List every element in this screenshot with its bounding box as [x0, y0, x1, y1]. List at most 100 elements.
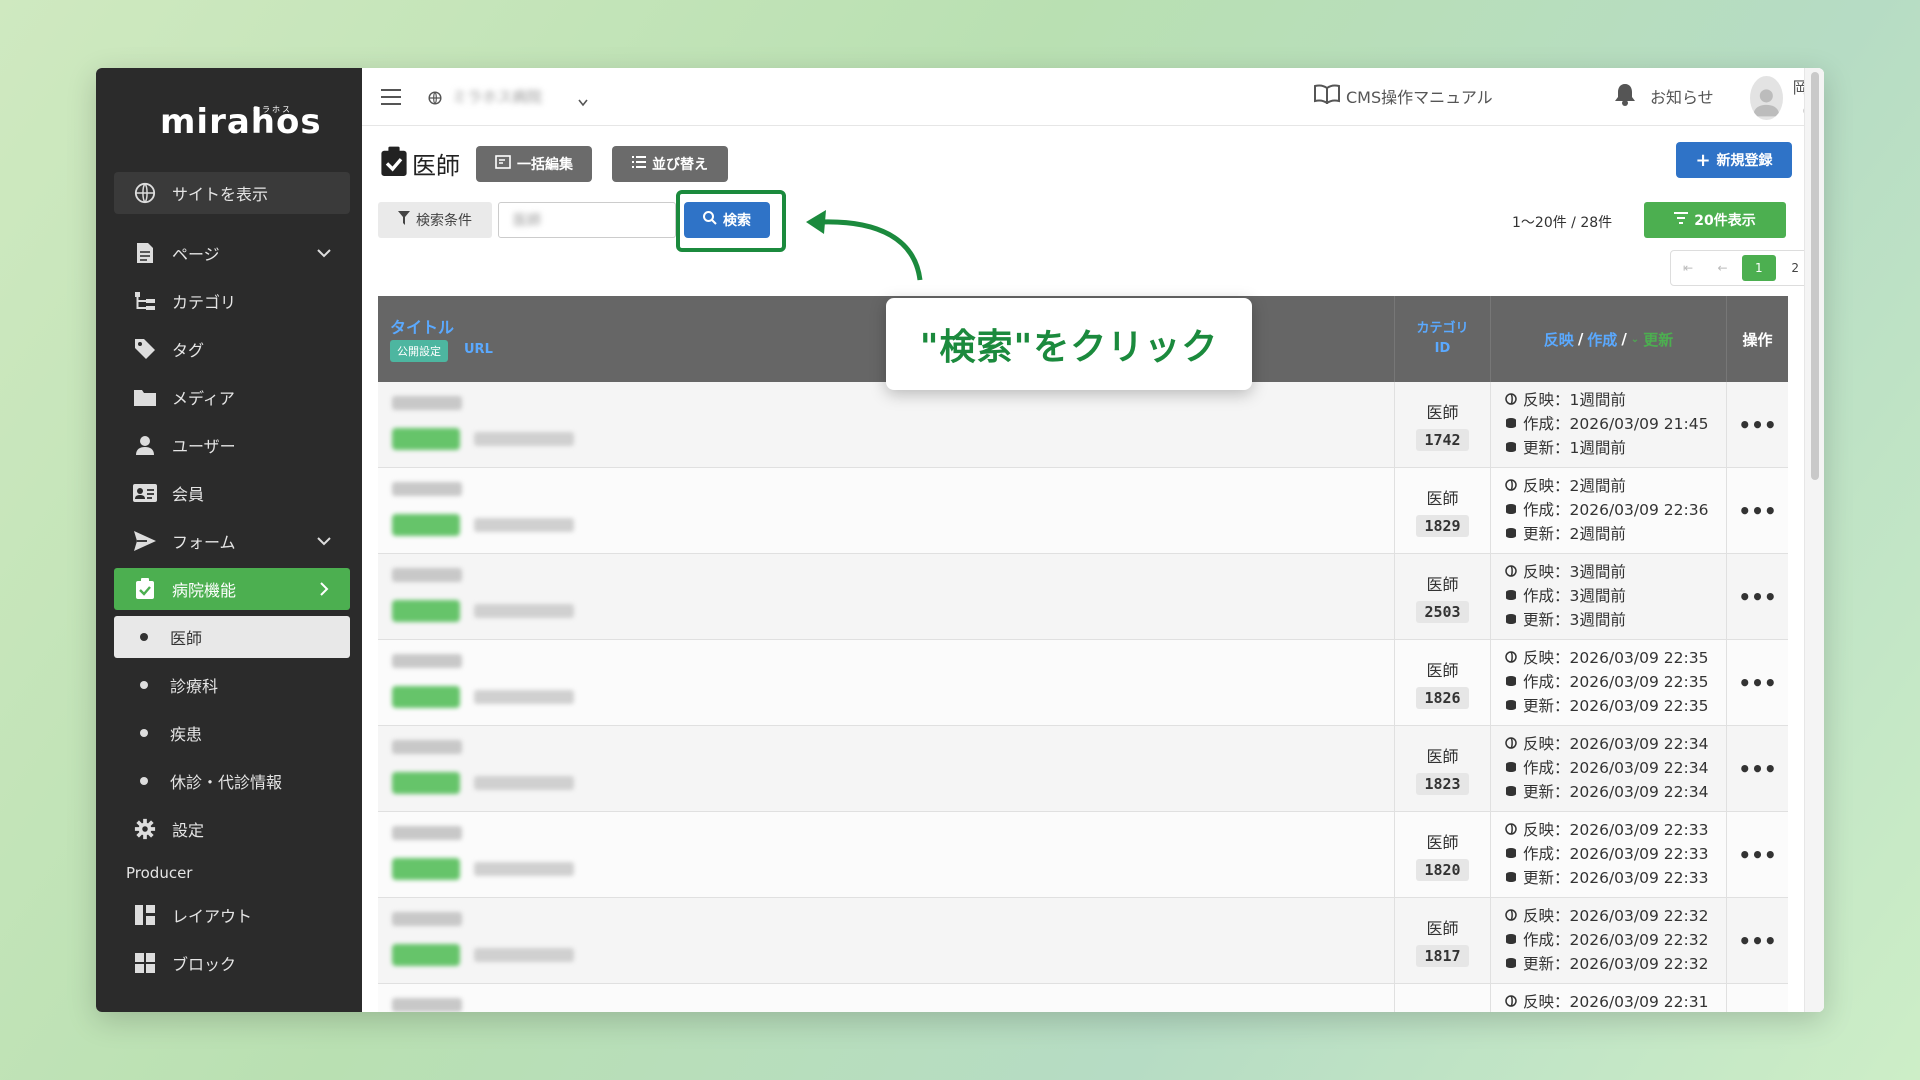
- table-row[interactable]: 医師 2503 反映：3週間前 作成：3週間前 更新：3週間前 •••: [378, 554, 1788, 640]
- main-content: ミラホス病院 CMS操作マニュアル お知らせ 岡田（有） 医師 一括編集: [362, 68, 1824, 1012]
- title-cell[interactable]: [378, 468, 1394, 554]
- sidebar-item-layout[interactable]: レイアウト: [114, 894, 350, 936]
- col-title[interactable]: タイトル: [390, 314, 454, 338]
- gear-icon: [132, 817, 158, 841]
- first-page-icon[interactable]: ⇤: [1671, 251, 1705, 285]
- database-icon: [1505, 694, 1517, 718]
- update-date: 更新：2週間前: [1523, 525, 1626, 543]
- book-icon: [1314, 84, 1340, 108]
- col-reflect[interactable]: 反映: [1544, 329, 1574, 350]
- database-icon: [1505, 498, 1517, 522]
- title-cell[interactable]: [378, 726, 1394, 812]
- sidebar-item-tag[interactable]: タグ: [114, 328, 350, 370]
- filter-button[interactable]: 検索条件: [378, 202, 492, 238]
- category-cell: 医師 1817: [1394, 898, 1490, 984]
- search-button-highlight: [676, 190, 786, 252]
- globe-icon: [1505, 904, 1517, 928]
- globe-icon: [428, 90, 442, 109]
- more-actions-button[interactable]: •••: [1726, 812, 1788, 898]
- publish-status-redacted: [392, 600, 460, 622]
- notifications-link[interactable]: お知らせ: [1614, 82, 1714, 110]
- bulk-edit-button[interactable]: 一括編集: [476, 146, 592, 182]
- search-input[interactable]: 医師: [498, 202, 676, 238]
- record-id: 1823: [1416, 773, 1469, 795]
- col-update[interactable]: 更新: [1643, 329, 1673, 350]
- sidebar-item-label: レイアウト: [172, 907, 253, 926]
- create-date: 作成：2026/03/09 22:36: [1523, 501, 1709, 519]
- table-row[interactable]: 医師 1742 反映：1週間前 作成：2026/03/09 21:45 更新：1…: [378, 382, 1788, 468]
- sidebar-item-category[interactable]: カテゴリ: [114, 280, 350, 322]
- chevron-down-icon: [578, 92, 588, 111]
- more-actions-button[interactable]: •••: [1726, 898, 1788, 984]
- more-actions-button[interactable]: •••: [1726, 640, 1788, 726]
- table-row[interactable]: 医師 反映：2026/03/09 22:31 •••: [378, 984, 1788, 1012]
- member-card-icon: [132, 481, 158, 505]
- sidebar-item-block[interactable]: ブロック: [114, 942, 350, 984]
- table-row[interactable]: 医師 1817 反映：2026/03/09 22:32 作成：2026/03/0…: [378, 898, 1788, 984]
- table-row[interactable]: 医師 1829 反映：2週間前 作成：2026/03/09 22:36 更新：2…: [378, 468, 1788, 554]
- site-selector[interactable]: ミラホス病院: [452, 86, 542, 107]
- col-dates: 反映 / 作成 / ⌄ 更新: [1490, 296, 1726, 382]
- page-number[interactable]: 1: [1741, 255, 1776, 281]
- title-cell[interactable]: [378, 382, 1394, 468]
- sidebar-sub-department[interactable]: 診療科: [114, 664, 350, 706]
- col-url[interactable]: URL: [464, 342, 493, 357]
- per-page-button[interactable]: 20件表示: [1644, 202, 1786, 238]
- table-row[interactable]: 医師 1823 反映：2026/03/09 22:34 作成：2026/03/0…: [378, 726, 1788, 812]
- more-actions-button[interactable]: •••: [1726, 468, 1788, 554]
- col-category-label[interactable]: カテゴリ: [1416, 319, 1468, 339]
- category-cell: 医師 1823: [1394, 726, 1490, 812]
- sidebar-item-hospital[interactable]: 病院機能: [114, 568, 350, 610]
- table-row[interactable]: 医師 1826 反映：2026/03/09 22:35 作成：2026/03/0…: [378, 640, 1788, 726]
- sidebar-sub-doctor[interactable]: 医師: [114, 616, 350, 658]
- doctor-table: タイトル 公開設定 URL カテゴリ ID 反映/ 作成/ ⌄ 更新 操作: [378, 296, 1788, 1012]
- url-redacted: [474, 604, 574, 618]
- view-site-button[interactable]: サイトを表示: [114, 172, 350, 214]
- title-cell[interactable]: [378, 898, 1394, 984]
- filter-icon: [398, 211, 410, 229]
- sidebar-sub-disease[interactable]: 疾患: [114, 712, 350, 754]
- database-icon: [1505, 522, 1517, 546]
- col-id-label[interactable]: ID: [1435, 339, 1451, 359]
- hamburger-icon[interactable]: [380, 88, 402, 110]
- more-actions-button[interactable]: •••: [1726, 984, 1788, 1012]
- pagination: ⇤ ← 1 2 → ⇥: [1670, 250, 1824, 286]
- prev-page-icon[interactable]: ←: [1705, 251, 1739, 285]
- url-redacted: [474, 862, 574, 876]
- category-cell: 医師 1829: [1394, 468, 1490, 554]
- bullet-icon: [140, 681, 148, 689]
- sidebar-sub-closure[interactable]: 休診・代診情報: [114, 760, 350, 802]
- new-button[interactable]: + 新規登録: [1676, 142, 1792, 178]
- publish-status-redacted: [392, 772, 460, 794]
- avatar: [1750, 76, 1783, 120]
- sidebar-item-member[interactable]: 会員: [114, 472, 350, 514]
- sidebar-item-user[interactable]: ユーザー: [114, 424, 350, 466]
- sidebar-item-page[interactable]: ページ: [114, 232, 350, 274]
- doctor-name-redacted: [392, 396, 462, 410]
- sidebar-item-label: 会員: [172, 485, 205, 504]
- col-create[interactable]: 作成: [1587, 329, 1617, 350]
- scrollbar[interactable]: [1804, 68, 1824, 1012]
- more-actions-button[interactable]: •••: [1726, 554, 1788, 640]
- reflect-date: 反映：2026/03/09 22:31: [1523, 993, 1709, 1011]
- sort-button[interactable]: 並び替え: [612, 146, 728, 182]
- category-name: 医師: [1426, 833, 1459, 852]
- clipboard-check-icon: [132, 577, 158, 601]
- page-title: 医師: [412, 152, 460, 180]
- category-name: 医師: [1426, 919, 1459, 938]
- sidebar-sub-label: 診療科: [170, 677, 219, 696]
- publish-status-redacted: [392, 686, 460, 708]
- manual-link[interactable]: CMS操作マニュアル: [1314, 84, 1493, 108]
- table-row[interactable]: 医師 1820 反映：2026/03/09 22:33 作成：2026/03/0…: [378, 812, 1788, 898]
- title-cell[interactable]: [378, 554, 1394, 640]
- sidebar-item-media[interactable]: メディア: [114, 376, 350, 418]
- title-cell[interactable]: [378, 812, 1394, 898]
- title-cell[interactable]: [378, 984, 1394, 1012]
- create-date: 作成：2026/03/09 22:32: [1523, 931, 1709, 949]
- sidebar-item-settings[interactable]: 設定: [114, 808, 350, 850]
- more-actions-button[interactable]: •••: [1726, 726, 1788, 812]
- sidebar-item-form[interactable]: フォーム: [114, 520, 350, 562]
- more-actions-button[interactable]: •••: [1726, 382, 1788, 468]
- scrollbar-thumb[interactable]: [1811, 72, 1819, 480]
- title-cell[interactable]: [378, 640, 1394, 726]
